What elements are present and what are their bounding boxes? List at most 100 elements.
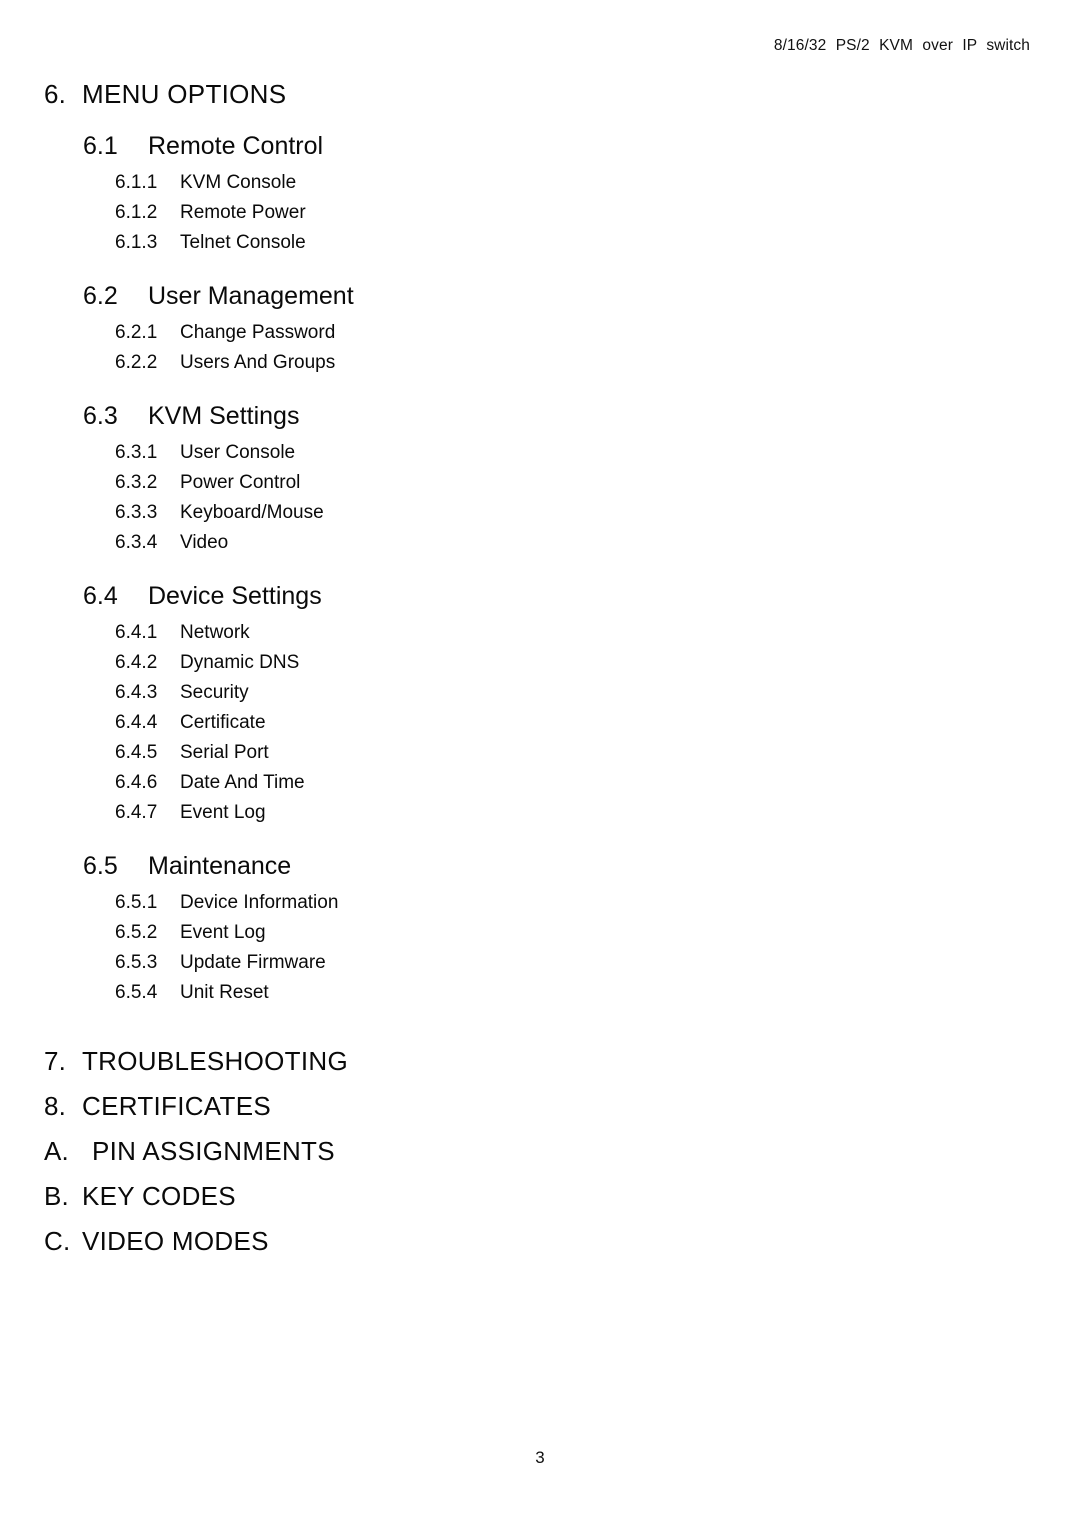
toc-entry-level-3[interactable]: 6.5.4 Unit Reset	[0, 978, 1080, 1008]
toc-entry-title: Users And Groups	[180, 352, 336, 373]
toc-entry-level-2[interactable]: 6.2 User Management	[0, 267, 1080, 318]
toc-entry-level-3[interactable]: 6.3.4 Video	[0, 528, 1080, 558]
toc-entry-number: 6.2.1	[115, 322, 158, 343]
toc-entry-number: A.	[44, 1136, 69, 1166]
toc-entry-level-3[interactable]: 6.5.1 Device Information	[0, 888, 1080, 918]
toc-entry-title: PIN ASSIGNMENTS	[92, 1136, 335, 1166]
toc-group-spacer	[0, 378, 1080, 387]
toc-entry-number: 6.1.2	[115, 202, 158, 223]
toc-entry-title: Maintenance	[148, 852, 292, 880]
toc-entry-title: Remote Control	[148, 132, 324, 160]
toc-entry-title: Power Control	[180, 472, 301, 493]
toc-entry-number: 6.	[44, 79, 67, 109]
toc-entry-number: 6.3.3	[115, 502, 158, 523]
toc-entry-number: 6.1	[83, 132, 118, 160]
toc-entry-number: 6.2.2	[115, 352, 158, 373]
toc-entry-title: User Console	[180, 442, 296, 463]
toc-entry-title: Change Password	[180, 322, 336, 343]
toc-entry-level-3[interactable]: 6.4.5 Serial Port	[0, 738, 1080, 768]
toc-entry-level-1[interactable]: 7. TROUBLESHOOTING	[0, 1039, 1080, 1084]
toc-entry-number: 6.5.4	[115, 982, 158, 1003]
toc-entry-title: MENU OPTIONS	[82, 79, 287, 109]
toc-entry-title: KVM Console	[180, 172, 297, 193]
toc-entry-title: Video	[180, 532, 229, 553]
toc-entry-title: Event Log	[180, 922, 266, 943]
toc-entry-level-3[interactable]: 6.2.2 Users And Groups	[0, 348, 1080, 378]
running-header: 8/16/32 PS/2 KVM over IP switch	[773, 37, 1030, 54]
toc-entry-level-1[interactable]: C. VIDEO MODES	[0, 1219, 1080, 1264]
toc-entry-number: 6.1.3	[115, 232, 158, 253]
toc-entry-level-1[interactable]: B. KEY CODES	[0, 1174, 1080, 1219]
toc-entry-title: User Management	[148, 282, 354, 310]
toc-entry-title: KEY CODES	[82, 1181, 236, 1211]
toc-entry-level-3[interactable]: 6.4.4 Certificate	[0, 708, 1080, 738]
document-page: 8/16/32 PS/2 KVM over IP switch 6. MENU O…	[0, 0, 1080, 1528]
toc-entry-level-1[interactable]: A. PIN ASSIGNMENTS	[0, 1129, 1080, 1174]
toc-entry-level-3[interactable]: 6.4.1 Network	[0, 618, 1080, 648]
toc-entry-title: Device Information	[180, 892, 339, 913]
toc-entry-title: Dynamic DNS	[180, 652, 300, 673]
toc-group-spacer	[0, 558, 1080, 567]
toc-entry-number: 7.	[44, 1046, 67, 1076]
toc-entry-title: Telnet Console	[180, 232, 306, 253]
toc-entry-level-2[interactable]: 6.4 Device Settings	[0, 567, 1080, 618]
toc-entry-number: 6.4	[83, 582, 118, 610]
toc-group-spacer	[0, 258, 1080, 267]
toc-entry-level-2[interactable]: 6.5 Maintenance	[0, 837, 1080, 888]
toc-entry-number: 6.3.2	[115, 472, 158, 493]
toc-entry-number: 6.2	[83, 282, 118, 310]
toc-entry-level-2[interactable]: 6.1 Remote Control	[0, 117, 1080, 168]
toc-entry-title: Security	[180, 682, 249, 703]
toc-entry-title: Network	[180, 622, 250, 643]
toc-entry-title: Certificate	[180, 712, 266, 733]
toc-entry-number: 6.4.5	[115, 742, 158, 763]
toc-entry-level-3[interactable]: 6.5.3 Update Firmware	[0, 948, 1080, 978]
toc-entry-number: 8.	[44, 1091, 67, 1121]
toc-entry-level-3[interactable]: 6.1.1 KVM Console	[0, 168, 1080, 198]
toc-entry-level-1[interactable]: 8. CERTIFICATES	[0, 1084, 1080, 1129]
toc-entry-title: Date And Time	[180, 772, 305, 793]
toc-entry-title: Device Settings	[148, 582, 322, 610]
toc-entry-title: KVM Settings	[148, 402, 300, 430]
toc-entry-number: 6.5.2	[115, 922, 158, 943]
toc-entry-number: 6.4.4	[115, 712, 158, 733]
toc-entry-number: 6.5.1	[115, 892, 158, 913]
toc-entry-title: Update Firmware	[180, 952, 326, 973]
toc-entry-number: 6.3	[83, 402, 118, 430]
toc-entry-level-1[interactable]: 6. MENU OPTIONS	[0, 72, 1080, 117]
toc-entry-level-3[interactable]: 6.2.1 Change Password	[0, 318, 1080, 348]
toc-entry-number: 6.3.4	[115, 532, 158, 553]
toc-entry-title: Remote Power	[180, 202, 306, 223]
toc-entry-level-3[interactable]: 6.5.2 Event Log	[0, 918, 1080, 948]
toc-entry-level-3[interactable]: 6.3.1 User Console	[0, 438, 1080, 468]
toc-entry-title: Keyboard/Mouse	[180, 502, 324, 523]
toc-entry-number: 6.4.6	[115, 772, 158, 793]
toc-entry-number: 6.4.7	[115, 802, 158, 823]
toc-entry-level-3[interactable]: 6.1.2 Remote Power	[0, 198, 1080, 228]
toc-entry-title: Event Log	[180, 802, 266, 823]
toc-entry-number: 6.1.1	[115, 172, 158, 193]
toc-entry-number: 6.4.3	[115, 682, 158, 703]
toc-entry-number: 6.5	[83, 852, 118, 880]
toc-entry-number: 6.3.1	[115, 442, 158, 463]
toc-entry-title: CERTIFICATES	[82, 1091, 271, 1121]
toc-entry-level-3[interactable]: 6.4.7 Event Log	[0, 798, 1080, 828]
toc-entry-number: 6.4.1	[115, 622, 158, 643]
toc-entry-title: TROUBLESHOOTING	[82, 1046, 348, 1076]
toc-entry-number: B.	[44, 1181, 69, 1211]
page-number: 3	[535, 1448, 545, 1467]
toc-entry-level-3[interactable]: 6.4.3 Security	[0, 678, 1080, 708]
toc-entry-number: 6.4.2	[115, 652, 158, 673]
toc-group-spacer	[0, 828, 1080, 837]
toc-entry-number: 6.5.3	[115, 952, 158, 973]
toc-entry-level-3[interactable]: 6.3.2 Power Control	[0, 468, 1080, 498]
toc-entry-title: Serial Port	[180, 742, 269, 763]
toc-entry-number: C.	[44, 1226, 71, 1256]
toc-entry-level-3[interactable]: 6.4.6 Date And Time	[0, 768, 1080, 798]
toc-entry-level-2[interactable]: 6.3 KVM Settings	[0, 387, 1080, 438]
toc-entry-title: VIDEO MODES	[82, 1226, 269, 1256]
toc-entry-level-3[interactable]: 6.1.3 Telnet Console	[0, 228, 1080, 258]
toc-entry-level-3[interactable]: 6.4.2 Dynamic DNS	[0, 648, 1080, 678]
toc-entry-title: Unit Reset	[180, 982, 269, 1003]
toc-entry-level-3[interactable]: 6.3.3 Keyboard/Mouse	[0, 498, 1080, 528]
